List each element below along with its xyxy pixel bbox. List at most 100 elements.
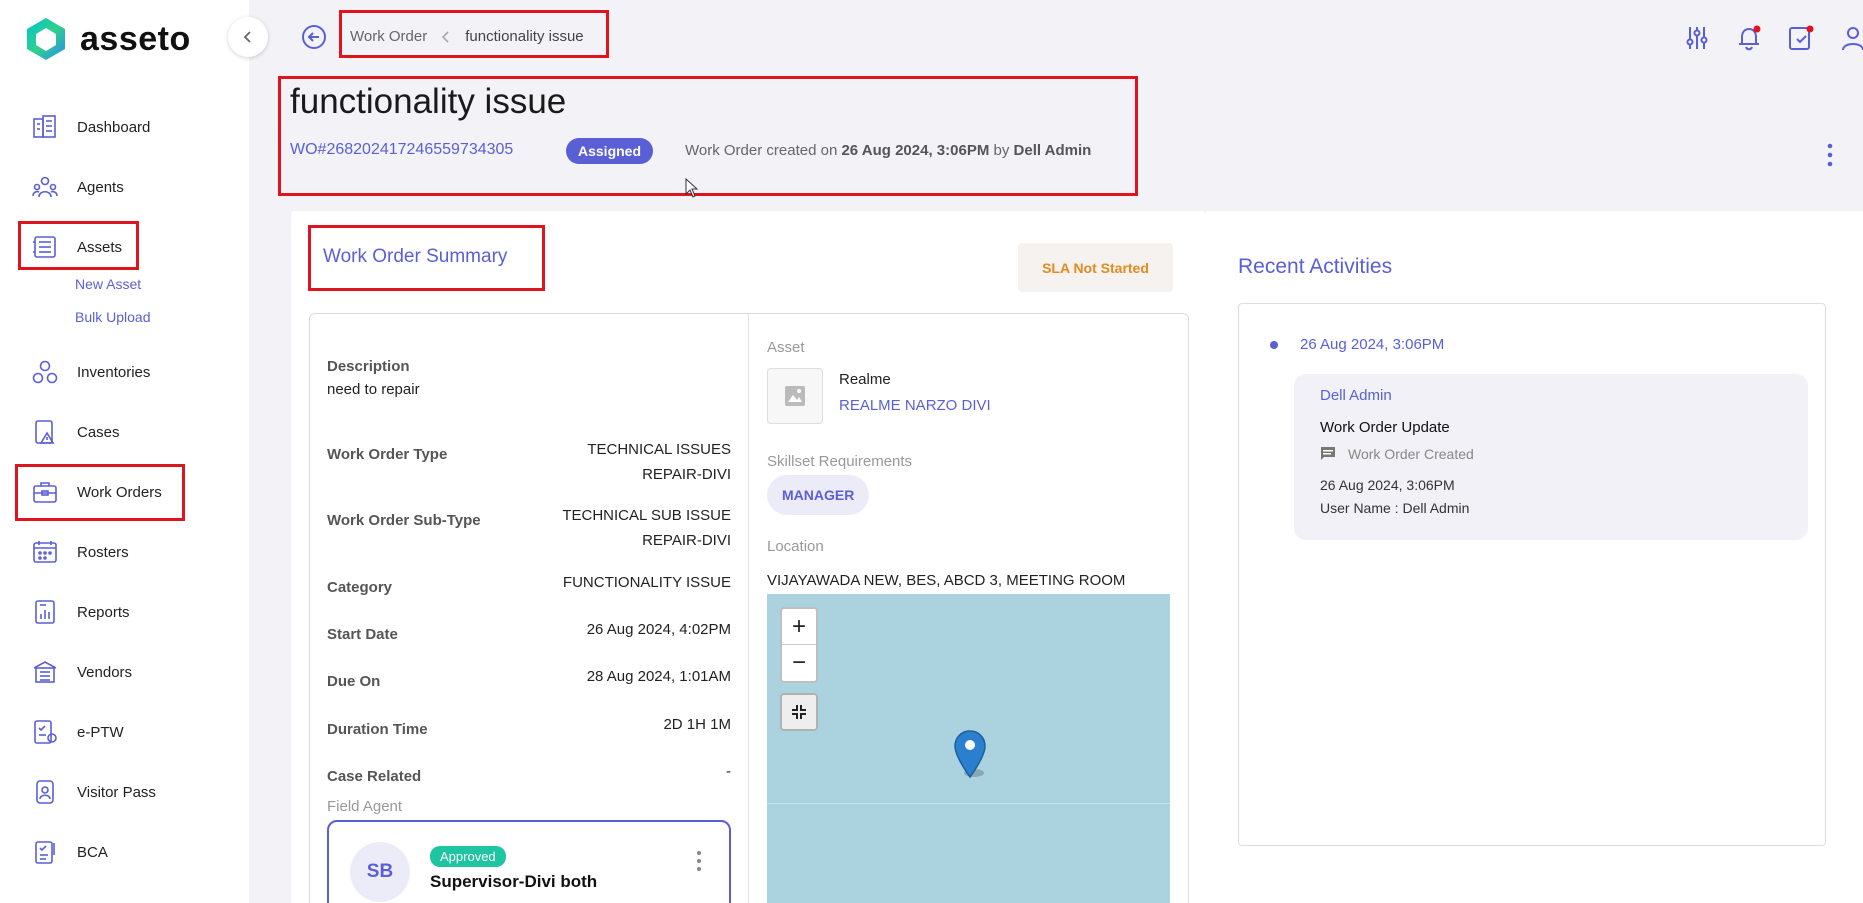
sidebar-item-label: Inventories	[77, 363, 151, 381]
task-check-icon[interactable]	[1787, 24, 1815, 52]
sidebar-item-rosters[interactable]: Rosters	[31, 537, 129, 567]
agent-name: Supervisor-Divi both	[430, 872, 598, 891]
activity-time: 26 Aug 2024, 3:06PM	[1300, 336, 1445, 353]
description-label: Description	[327, 358, 410, 375]
created-prefix: Work Order created on	[685, 142, 838, 159]
work-order-subtype-line2: REPAIR-DIVI	[642, 532, 731, 549]
work-order-type-line1: TECHNICAL ISSUES	[587, 441, 731, 458]
work-order-type-value: TECHNICAL ISSUES REPAIR-DIVI	[587, 437, 731, 487]
location-label: Location	[767, 538, 824, 555]
work-order-type-label: Work Order Type	[327, 446, 448, 463]
sidebar-subitem-new-asset[interactable]: New Asset	[75, 276, 141, 292]
agent-more-options-icon[interactable]	[694, 850, 704, 872]
reports-icon	[31, 598, 59, 626]
sidebar-item-visitor-pass[interactable]: Visitor Pass	[31, 777, 156, 807]
collapse-sidebar-button[interactable]	[228, 17, 268, 57]
approved-badge: Approved	[430, 846, 506, 867]
activity-heading: Work Order Update	[1320, 419, 1450, 436]
filter-settings-icon[interactable]	[1683, 24, 1711, 52]
skillset-label: Skillset Requirements	[767, 453, 913, 470]
collapse-arrows-icon	[792, 705, 806, 719]
zoom-in-button[interactable]: +	[782, 609, 816, 645]
sidebar-item-label: Vendors	[77, 663, 133, 681]
activity-sub: Work Order Created	[1320, 446, 1474, 462]
category-value: FUNCTIONALITY ISSUE	[562, 574, 731, 591]
fit-map-button[interactable]	[780, 693, 818, 731]
zoom-out-button[interactable]: −	[782, 645, 816, 681]
sidebar-item-label: Dashboard	[77, 118, 151, 136]
sidebar-item-label: Cases	[77, 423, 120, 441]
work-order-type-line2: REPAIR-DIVI	[642, 466, 731, 483]
location-map[interactable]: + −	[767, 594, 1170, 903]
mouse-cursor-icon	[685, 178, 699, 198]
visitor-pass-icon	[31, 778, 59, 806]
recent-activities-title: Recent Activities	[1238, 255, 1393, 278]
app-name: asseto	[80, 19, 191, 58]
sidebar-item-label: Reports	[77, 603, 130, 621]
map-gridline	[767, 803, 1170, 804]
sidebar-subitem-bulk-upload[interactable]: Bulk Upload	[75, 309, 151, 325]
sidebar-item-work-orders[interactable]: Work Orders	[31, 477, 162, 507]
due-on-label: Due On	[327, 673, 381, 690]
back-arrow-icon[interactable]	[301, 24, 327, 50]
sidebar-item-label: e-PTW	[77, 723, 124, 741]
start-date-label: Start Date	[327, 626, 398, 643]
sidebar-item-label: Rosters	[77, 543, 129, 561]
rosters-icon	[31, 538, 59, 566]
notification-bell-icon[interactable]	[1735, 24, 1763, 52]
sidebar-item-label: Work Orders	[77, 483, 162, 501]
eptw-icon	[31, 718, 59, 746]
sidebar-item-vendors[interactable]: Vendors	[31, 657, 132, 687]
more-options-icon[interactable]	[1825, 143, 1835, 167]
work-order-id[interactable]: WO#26820241724655973430​5	[290, 141, 513, 159]
sidebar-item-reports[interactable]: Reports	[31, 597, 130, 627]
sidebar-item-agents[interactable]: Agents	[31, 172, 124, 202]
top-toolbar	[1683, 24, 1863, 52]
map-zoom-controls: + −	[780, 607, 818, 683]
start-date-value: 26 Aug 2024, 4:02PM	[586, 621, 731, 638]
comment-icon	[1321, 447, 1335, 460]
description-value: need to repair	[327, 381, 420, 398]
chevron-left-icon	[442, 30, 449, 43]
sla-status-chip: SLA Not Started	[1018, 243, 1173, 292]
sidebar-item-eptw[interactable]: e-PTW	[31, 717, 124, 747]
page-title: functionality issue	[290, 82, 567, 121]
sidebar-item-bca[interactable]: BCA	[31, 837, 108, 867]
chevron-left-icon	[243, 31, 251, 43]
avatar: SB	[350, 842, 410, 902]
case-related-label: Case Related	[327, 768, 422, 785]
activity-user[interactable]: Dell Admin	[1320, 387, 1392, 404]
duration-time-value: 2D 1H 1M	[663, 716, 731, 733]
asset-name: Realme	[839, 371, 891, 388]
work-orders-icon	[31, 478, 59, 506]
category-label: Category	[327, 579, 393, 596]
inventories-icon	[31, 358, 59, 386]
cases-icon	[31, 418, 59, 446]
assets-icon	[31, 233, 59, 261]
sidebar-item-assets[interactable]: Assets	[31, 232, 122, 262]
asset-model-link[interactable]: REALME NARZO DIVI	[839, 397, 991, 414]
due-on-value: 28 Aug 2024, 1:01AM	[586, 668, 731, 685]
created-info: Work Order created on 26 Aug 2024, 3:06P…	[685, 142, 1091, 159]
user-profile-icon[interactable]	[1839, 24, 1863, 52]
map-pin-icon[interactable]	[952, 729, 988, 781]
sidebar-item-inventories[interactable]: Inventories	[31, 357, 150, 387]
field-agent-card[interactable]: SB Approved Supervisor-Divi both	[327, 820, 731, 903]
activity-entry: Dell Admin Work Order Update Work Order …	[1294, 374, 1808, 540]
asset-label: Asset	[767, 339, 805, 356]
image-placeholder-icon	[785, 386, 805, 406]
created-date: 26 Aug 2024, 3:06PM	[841, 142, 990, 159]
breadcrumb-parent[interactable]: Work Order	[350, 28, 427, 45]
sidebar-item-label: BCA	[77, 843, 108, 861]
work-order-subtype-label: Work Order Sub-Type	[327, 512, 481, 529]
sidebar-item-label: Agents	[77, 178, 124, 196]
logo[interactable]: asseto	[24, 16, 191, 62]
dashboard-icon	[31, 113, 59, 141]
work-order-subtype-line1: TECHNICAL SUB ISSUE	[562, 507, 731, 524]
created-by: Dell Admin	[1013, 142, 1092, 159]
vendors-icon	[31, 658, 59, 686]
sidebar-item-dashboard[interactable]: Dashboard	[31, 112, 150, 142]
sidebar-item-cases[interactable]: Cases	[31, 417, 120, 447]
duration-time-label: Duration Time	[327, 721, 428, 738]
breadcrumb-current: functionality issue	[465, 28, 584, 45]
